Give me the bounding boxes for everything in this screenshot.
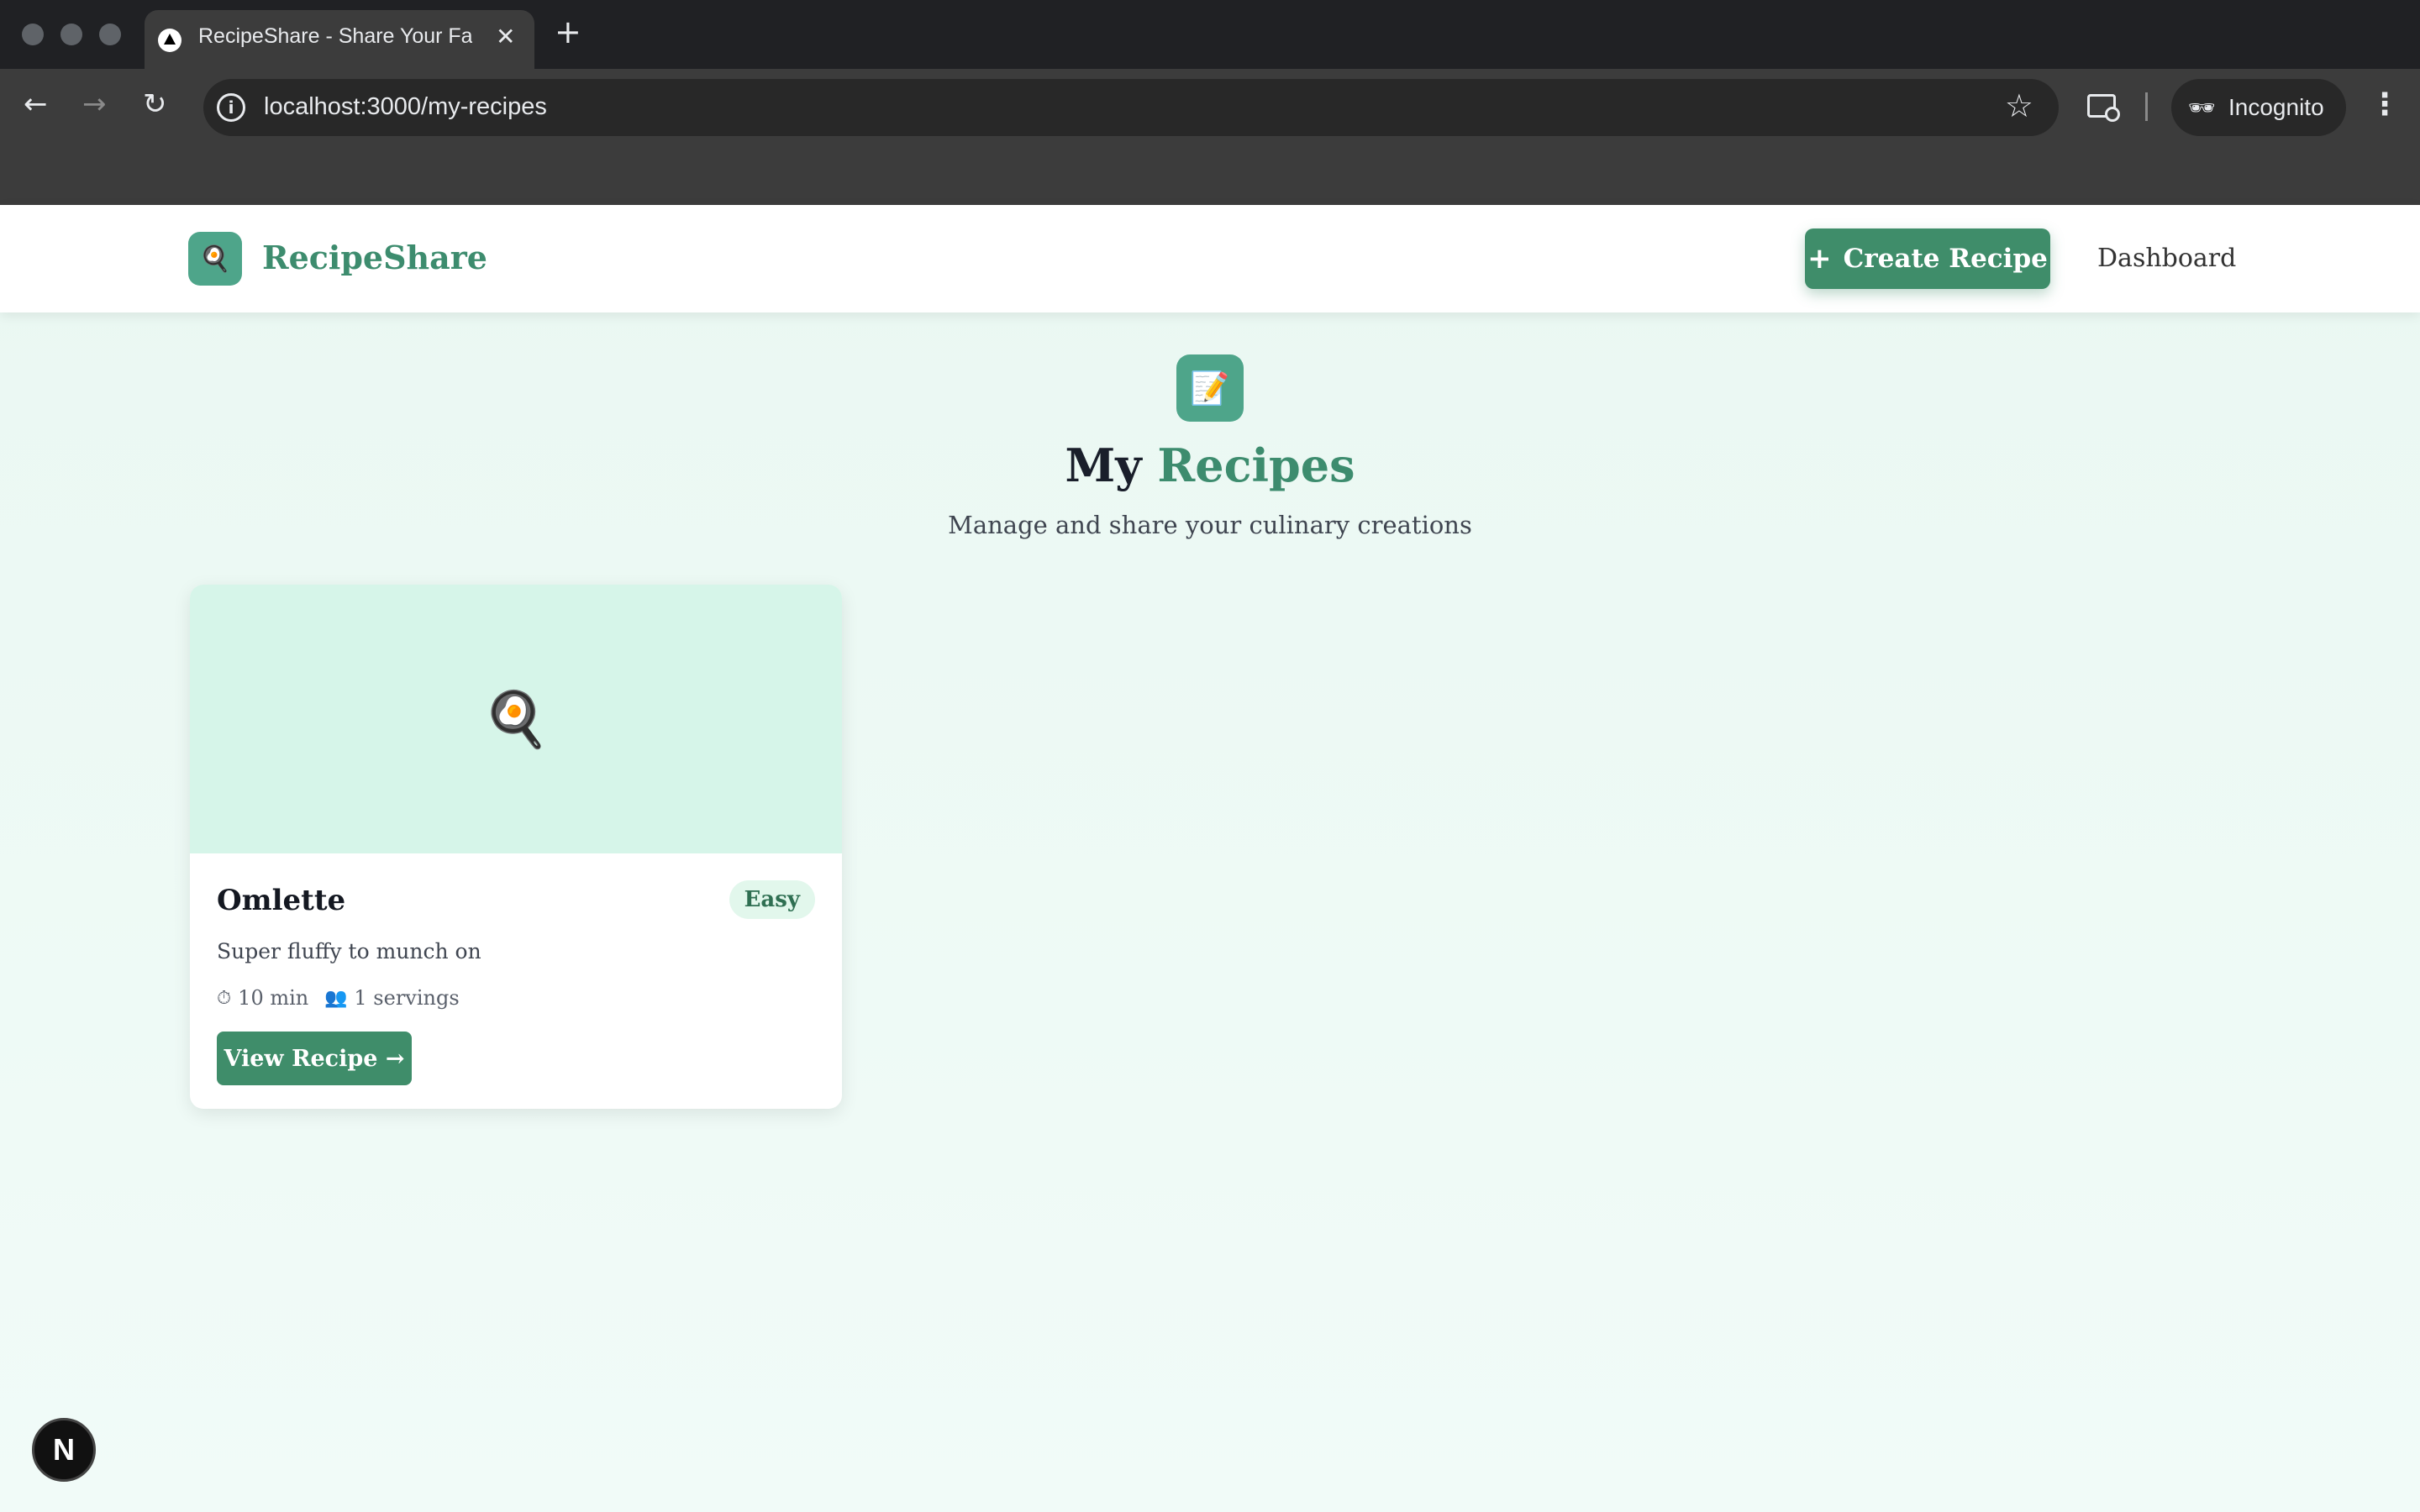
tab-close-icon[interactable]: ✕: [496, 23, 515, 50]
recipe-time: ⏱ 10 min: [217, 986, 308, 1010]
browser-tab-active[interactable]: RecipeShare - Share Your Favorite Recipe…: [145, 10, 534, 69]
info-icon[interactable]: i: [217, 93, 245, 122]
window-minimize-dot[interactable]: [60, 24, 82, 45]
incognito-button[interactable]: 🕶 Incognito: [2171, 79, 2346, 136]
create-recipe-label: Create Recipe: [1843, 244, 2048, 274]
tab-strip: RecipeShare - Share Your Favorite Recipe…: [0, 0, 2420, 69]
clock-icon: ⏱: [217, 987, 232, 1009]
logo-icon[interactable]: 🍳: [188, 232, 242, 286]
recipe-image-icon: 🍳: [190, 585, 842, 853]
new-tab-icon[interactable]: +: [555, 13, 581, 50]
back-icon[interactable]: ←: [24, 87, 48, 121]
recipe-time-value: 10 min: [238, 986, 309, 1010]
incognito-icon: 🕶: [2188, 96, 2217, 121]
difficulty-badge: Easy: [729, 880, 815, 919]
menu-icon[interactable]: ⋮: [2370, 87, 2400, 122]
recipe-title: Omlette: [217, 884, 346, 917]
toolbar-separator: [2145, 92, 2148, 121]
dashboard-link[interactable]: Dashboard: [2097, 244, 2236, 273]
plus-icon: +: [1807, 242, 1832, 276]
tab-title: RecipeShare - Share Your Favorite Recipe…: [198, 24, 472, 48]
browser-chrome: RecipeShare - Share Your Favorite Recipe…: [0, 0, 2420, 205]
window-maximize-dot[interactable]: [99, 24, 121, 45]
tab-search-icon[interactable]: [2087, 94, 2120, 122]
recipe-card[interactable]: 🍳 Omlette Easy Super fluffy to munch on …: [190, 585, 842, 1109]
window-close-dot[interactable]: [22, 24, 44, 45]
recipe-servings: 👥 1 servings: [324, 986, 460, 1010]
site-header: 🍳 RecipeShare + Create Recipe Dashboard: [0, 205, 2420, 312]
star-icon[interactable]: ☆: [2005, 87, 2033, 124]
tab-favicon-icon: [158, 29, 182, 52]
url-text[interactable]: localhost:3000/my-recipes: [264, 93, 547, 121]
page: 🍳 RecipeShare + Create Recipe Dashboard …: [0, 205, 2420, 1512]
forward-icon[interactable]: →: [82, 87, 107, 121]
nextjs-devtools-button[interactable]: N: [32, 1418, 96, 1482]
address-bar[interactable]: i localhost:3000/my-recipes ☆: [203, 79, 2059, 136]
reload-icon[interactable]: ↻: [143, 87, 167, 121]
people-icon: 👥: [324, 987, 348, 1009]
page-title: My Recipes: [0, 438, 2420, 492]
incognito-label: Incognito: [2228, 94, 2324, 120]
page-title-accent: Recipes: [1157, 438, 1355, 492]
page-subtitle: Manage and share your culinary creations: [948, 511, 1472, 539]
brand-name[interactable]: RecipeShare: [262, 239, 487, 276]
create-recipe-button[interactable]: + Create Recipe: [1805, 228, 2050, 289]
recipe-servings-value: 1 servings: [354, 986, 460, 1010]
notepad-icon: 📝: [1176, 354, 1244, 422]
recipe-description: Super fluffy to munch on: [217, 939, 481, 963]
page-title-prefix: My: [1065, 438, 1142, 492]
view-recipe-button[interactable]: View Recipe →: [217, 1032, 412, 1085]
